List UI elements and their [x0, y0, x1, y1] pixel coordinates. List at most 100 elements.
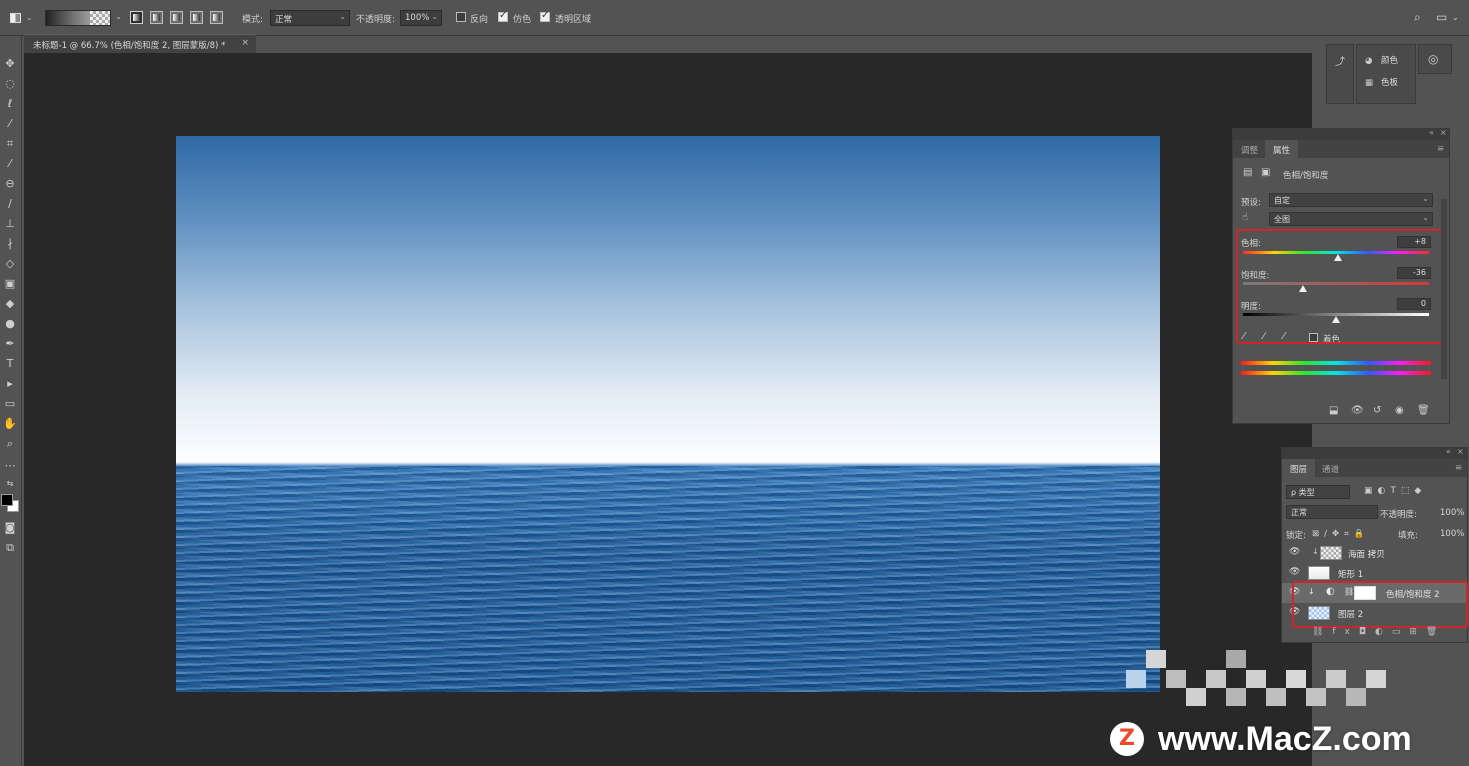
blend-mode-select[interactable]: 正常: [1286, 505, 1378, 519]
libraries-icon[interactable]: ◎: [1428, 52, 1438, 66]
hand-tool-icon[interactable]: ✋: [2, 416, 18, 432]
tool-preset-picker[interactable]: ⌄: [6, 10, 36, 26]
document-title: 未标题-1 @ 66.7% (色相/饱和度 2, 图层蒙版/8) *: [33, 41, 226, 51]
brush-tool-icon[interactable]: ∕: [2, 196, 18, 212]
angle-gradient-button[interactable]: [170, 11, 183, 24]
clone-stamp-tool-icon[interactable]: ⊥: [2, 216, 18, 232]
eyedropper-tool-icon[interactable]: ⁄: [2, 156, 18, 172]
history-brush-tool-icon[interactable]: ∤: [2, 236, 18, 252]
range-select[interactable]: 全图 ⌄: [1269, 212, 1433, 226]
collapsed-panel-group: ◕ 颜色 ▦ 色板: [1356, 44, 1416, 104]
close-icon[interactable]: ×: [1440, 128, 1447, 137]
layer-row[interactable]: 👁 矩形 1: [1282, 563, 1467, 583]
collapse-icon[interactable]: «: [1429, 128, 1434, 137]
transparency-checkbox[interactable]: [540, 10, 550, 22]
fill-value[interactable]: 100%: [1440, 529, 1464, 539]
quick-mask-icon[interactable]: ◙: [2, 520, 18, 536]
gradient-editor-swatch[interactable]: ⌄: [45, 10, 122, 26]
mode-label: 模式:: [242, 15, 264, 25]
reverse-label: 反向: [470, 15, 489, 25]
layers-tabs: 图层 通道 ≡: [1282, 459, 1467, 477]
magic-wand-tool-icon[interactable]: ⁄: [2, 116, 18, 132]
view-previous-icon[interactable]: 👁: [1351, 405, 1364, 416]
tab-layers[interactable]: 图层: [1282, 459, 1316, 477]
swap-colors-icon[interactable]: ⇆: [2, 476, 18, 492]
history-icon[interactable]: ⤴: [1335, 53, 1345, 68]
filter-icons[interactable]: ▣◐T⬚◆: [1364, 486, 1426, 496]
transparency-label: 透明区域: [555, 15, 592, 25]
layer-filter-select[interactable]: ρ 类型: [1286, 485, 1350, 499]
layer-mask-icon[interactable]: ▣: [1261, 167, 1270, 178]
tab-channels[interactable]: 通道: [1322, 463, 1339, 475]
zoom-tool-icon[interactable]: ⌕: [2, 436, 18, 452]
chevron-down-icon[interactable]: ⌄: [1452, 13, 1459, 22]
more-tools-icon[interactable]: ⋯: [2, 458, 18, 474]
document-tab[interactable]: 未标题-1 @ 66.7% (色相/饱和度 2, 图层蒙版/8) * ×: [24, 34, 256, 53]
collapse-icon[interactable]: «: [1446, 447, 1451, 456]
sea-layer: [176, 464, 1160, 692]
eye-icon[interactable]: 👁: [1289, 567, 1300, 577]
blur-tool-icon[interactable]: ◆: [2, 296, 18, 312]
close-icon[interactable]: ×: [241, 38, 249, 48]
panel-header: « ×: [1233, 128, 1449, 140]
targeted-adjustment-icon[interactable]: ☝: [1242, 212, 1248, 223]
transparency-checker: [90, 11, 110, 25]
radial-gradient-button[interactable]: [150, 11, 163, 24]
pen-tool-icon[interactable]: ✒: [2, 336, 18, 352]
swatches-panel-button[interactable]: ▦ 色板: [1365, 76, 1398, 88]
gradient-tool-icon[interactable]: ▣: [2, 276, 18, 292]
lock-icons[interactable]: ⊠∕✥⌗🔒: [1312, 529, 1369, 539]
mosaic-block: [1166, 670, 1186, 688]
close-icon[interactable]: ×: [1457, 447, 1464, 456]
screen-mode-icon[interactable]: ⧉: [2, 540, 18, 556]
workspace-icon[interactable]: ▭: [1436, 10, 1447, 24]
type-tool-icon[interactable]: T: [2, 356, 18, 372]
mosaic-block: [1286, 670, 1306, 688]
linear-gradient-button[interactable]: [130, 11, 143, 24]
preset-select[interactable]: 自定 ⌄: [1269, 193, 1433, 207]
panel-menu-icon[interactable]: ≡: [1437, 144, 1444, 154]
clip-to-layer-icon[interactable]: ⬓: [1329, 405, 1338, 416]
color-swatches[interactable]: [1, 494, 21, 514]
swatches-panel-label: 色板: [1381, 78, 1399, 88]
macz-logo-icon: Z: [1110, 722, 1144, 756]
tab-properties[interactable]: 属性: [1265, 140, 1299, 158]
search-icon[interactable]: ⌕: [1414, 10, 1421, 25]
move-tool-icon[interactable]: ✥: [2, 56, 18, 72]
layer-thumbnail: [1320, 546, 1342, 560]
panel-menu-icon[interactable]: ≡: [1455, 463, 1462, 473]
marquee-tool-icon[interactable]: ◌: [2, 76, 18, 92]
layer-thumbnail: [1308, 566, 1330, 580]
mode-select[interactable]: 正常 ⌄: [270, 10, 350, 26]
crop-tool-icon[interactable]: ⌗: [2, 136, 18, 152]
pixelated-watermark: [1116, 630, 1406, 730]
eraser-tool-icon[interactable]: ◇: [2, 256, 18, 272]
lasso-tool-icon[interactable]: ℓ: [2, 96, 18, 112]
properties-scrollbar[interactable]: [1441, 199, 1447, 379]
eye-icon[interactable]: 👁: [1289, 547, 1300, 557]
reset-icon[interactable]: ↺: [1373, 405, 1381, 416]
path-selection-tool-icon[interactable]: ▸: [2, 376, 18, 392]
healing-brush-tool-icon[interactable]: ⊖: [2, 176, 18, 192]
color-panel-button[interactable]: ◕ 颜色: [1365, 54, 1398, 66]
document-canvas[interactable]: [176, 136, 1160, 692]
layers-panel: « × 图层 通道 ≡ ρ 类型 ▣◐T⬚◆ 正常 不透明度: 100% 锁定:…: [1281, 447, 1468, 643]
dither-checkbox[interactable]: [498, 10, 508, 22]
rectangle-tool-icon[interactable]: ▭: [2, 396, 18, 412]
mosaic-block: [1326, 670, 1346, 688]
layer-row[interactable]: 👁 ↓ 海面 拷贝: [1282, 543, 1467, 563]
diamond-gradient-button[interactable]: [210, 11, 223, 24]
foreground-color-swatch[interactable]: [1, 494, 13, 506]
adjustment-title: 色相/饱和度: [1283, 171, 1329, 181]
tab-adjustments[interactable]: 调整: [1241, 144, 1258, 156]
dodge-tool-icon[interactable]: ●: [2, 316, 18, 332]
opacity-input[interactable]: 100% ⌄: [400, 10, 442, 26]
chevron-down-icon: ⌄: [1422, 213, 1429, 222]
visibility-icon[interactable]: ◉: [1395, 405, 1404, 416]
delete-icon[interactable]: 🗑: [1417, 405, 1430, 416]
reflected-gradient-button[interactable]: [190, 11, 203, 24]
layer-opacity-value[interactable]: 100%: [1440, 508, 1464, 518]
sky-gradient: [176, 136, 1160, 466]
reverse-checkbox[interactable]: [456, 12, 466, 22]
mosaic-block: [1126, 670, 1146, 688]
